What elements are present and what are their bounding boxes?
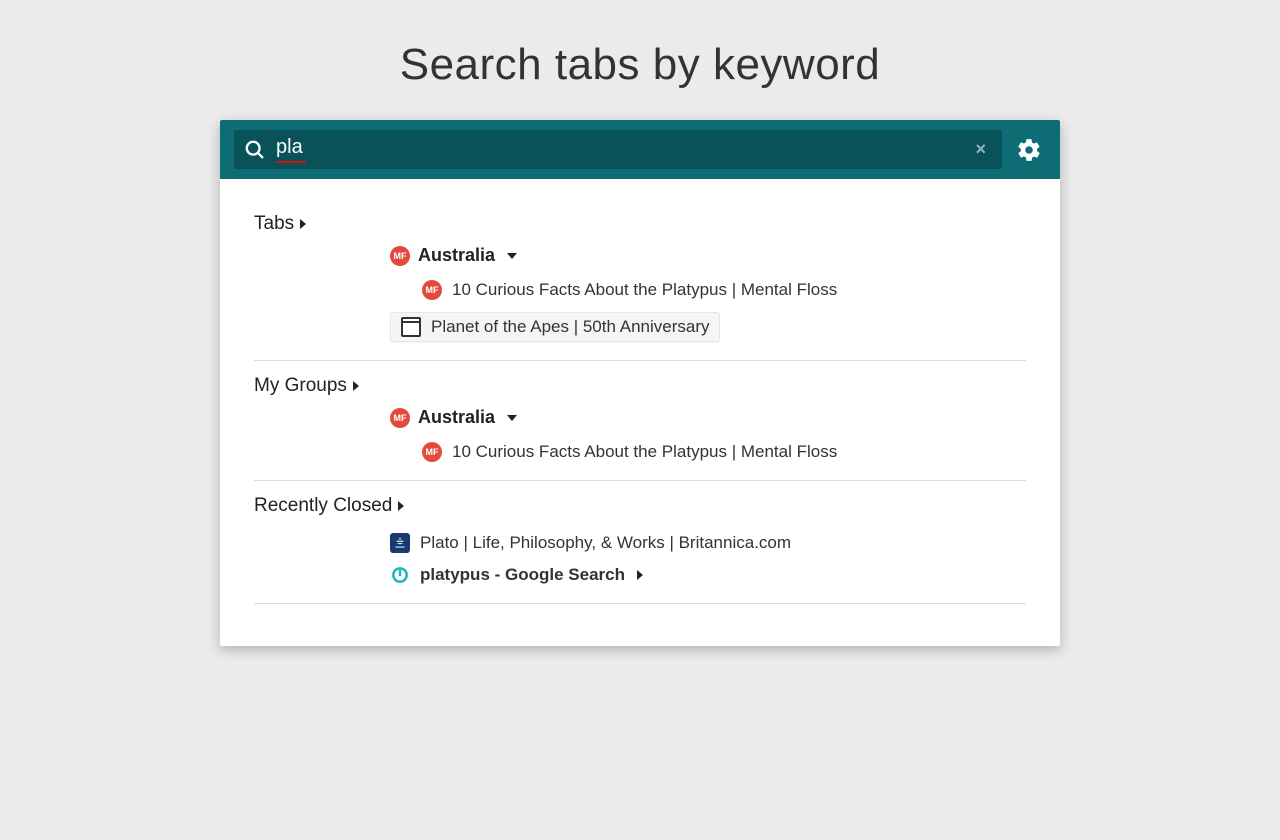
- clear-search-button[interactable]: ×: [969, 139, 992, 160]
- section-label: Recently Closed: [254, 495, 392, 517]
- section-header-mygroups[interactable]: My Groups: [254, 375, 1026, 397]
- divider: [254, 360, 1026, 361]
- chevron-down-icon: [507, 415, 517, 421]
- page-title: Search tabs by keyword: [0, 40, 1280, 90]
- search-input[interactable]: [276, 136, 969, 159]
- divider: [254, 480, 1026, 481]
- tab-item-active[interactable]: Planet of the Apes | 50th Anniversary: [390, 306, 1026, 348]
- chevron-down-icon: [507, 253, 517, 259]
- recent-item[interactable]: Plato | Life, Philosophy, & Works | Brit…: [390, 527, 1026, 559]
- chevron-right-icon: [398, 501, 404, 511]
- mygroups-group-australia[interactable]: MF Australia: [390, 407, 1026, 428]
- tab-title: Planet of the Apes | 50th Anniversary: [431, 317, 709, 337]
- recent-item[interactable]: platypus - Google Search: [390, 559, 1026, 591]
- section-label: Tabs: [254, 213, 294, 235]
- results-container: Tabs MF Australia MF 10 Curious Facts Ab…: [220, 179, 1060, 646]
- chevron-right-icon: [353, 381, 359, 391]
- gear-icon: [1016, 137, 1042, 163]
- group-name: Australia: [418, 407, 495, 428]
- search-icon: [244, 139, 266, 161]
- search-bar: ×: [220, 120, 1060, 179]
- mygroups-item[interactable]: MF 10 Curious Facts About the Platypus |…: [422, 436, 1026, 468]
- page-favicon-icon: [401, 317, 421, 337]
- mf-favicon-icon: MF: [422, 442, 442, 462]
- section-label: My Groups: [254, 375, 347, 397]
- section-header-recent[interactable]: Recently Closed: [254, 495, 1026, 517]
- mf-favicon-icon: MF: [390, 408, 410, 428]
- item-title: 10 Curious Facts About the Platypus | Me…: [452, 442, 837, 462]
- tab-group-australia[interactable]: MF Australia: [390, 245, 1026, 266]
- extension-panel: × Tabs MF Australia MF 10 Curious Facts …: [220, 120, 1060, 646]
- divider: [254, 603, 1026, 604]
- chevron-right-icon: [637, 570, 643, 580]
- google-favicon-icon: [390, 565, 410, 585]
- item-title: platypus - Google Search: [420, 565, 625, 585]
- tab-title: 10 Curious Facts About the Platypus | Me…: [452, 280, 837, 300]
- chevron-right-icon: [300, 219, 306, 229]
- tab-item[interactable]: MF 10 Curious Facts About the Platypus |…: [422, 274, 1026, 306]
- britannica-favicon-icon: [390, 533, 410, 553]
- spellcheck-underline: [276, 161, 306, 163]
- search-box[interactable]: ×: [234, 130, 1002, 169]
- group-name: Australia: [418, 245, 495, 266]
- section-header-tabs[interactable]: Tabs: [254, 213, 1026, 235]
- item-title: Plato | Life, Philosophy, & Works | Brit…: [420, 533, 791, 553]
- mf-favicon-icon: MF: [422, 280, 442, 300]
- mf-favicon-icon: MF: [390, 246, 410, 266]
- settings-button[interactable]: [1012, 133, 1046, 167]
